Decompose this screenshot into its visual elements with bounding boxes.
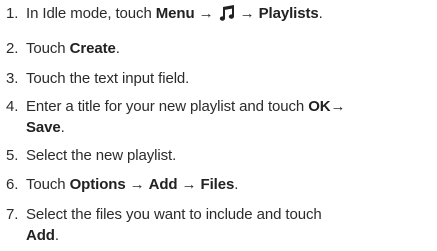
step-phrase: Select the new playlist. <box>26 147 177 164</box>
step-phrase: Touch <box>26 40 70 57</box>
step-phrase: . <box>115 40 120 57</box>
bold-term: Save <box>26 119 61 136</box>
step-phrase: → <box>235 5 259 22</box>
step-text: In Idle mode, touch Menu → → Playlists. <box>26 3 431 24</box>
step-text: Touch the text input field. <box>26 68 431 89</box>
step-number: 7. <box>6 206 19 223</box>
step-phrase: . <box>60 119 65 136</box>
bold-term: OK <box>308 98 331 115</box>
step-text: Touch Options → Add → Files. <box>26 174 431 195</box>
step-number: 1. <box>6 5 19 22</box>
bold-term: Create <box>69 40 116 57</box>
music-note-icon <box>219 5 234 21</box>
bold-term: Menu <box>155 5 195 22</box>
step-phrase: . <box>54 227 59 244</box>
step-phrase: Enter a title for your new playlist and … <box>26 98 309 115</box>
step-phrase: → <box>177 176 201 193</box>
step-number: 6. <box>6 176 19 193</box>
step-text: Select the files you want to include and… <box>26 204 431 246</box>
step-phrase: . <box>318 5 323 22</box>
bold-term: Playlists <box>258 5 319 22</box>
step-phrase: In Idle mode, touch <box>26 5 156 22</box>
bold-term: Add <box>26 227 55 244</box>
step-number: 4. <box>6 98 19 115</box>
step-number: 5. <box>6 147 19 164</box>
step-text: Enter a title for your new playlist and … <box>26 96 431 138</box>
step-text: Touch Create. <box>26 38 431 59</box>
step-phrase: Touch the text input field. <box>26 70 190 87</box>
step-phrase: → <box>194 5 218 22</box>
step-phrase: → <box>330 98 346 115</box>
bold-term: Files <box>200 176 235 193</box>
step-phrase: Touch <box>26 176 70 193</box>
bold-term: Add <box>148 176 178 193</box>
step-text: Select the new playlist. <box>26 145 431 166</box>
step-number: 2. <box>6 40 19 57</box>
step-phrase: Select the files you want to include and… <box>26 206 322 223</box>
bold-term: Options <box>69 176 126 193</box>
step-phrase: . <box>234 176 239 193</box>
step-phrase: → <box>125 176 149 193</box>
step-number: 3. <box>6 70 19 87</box>
